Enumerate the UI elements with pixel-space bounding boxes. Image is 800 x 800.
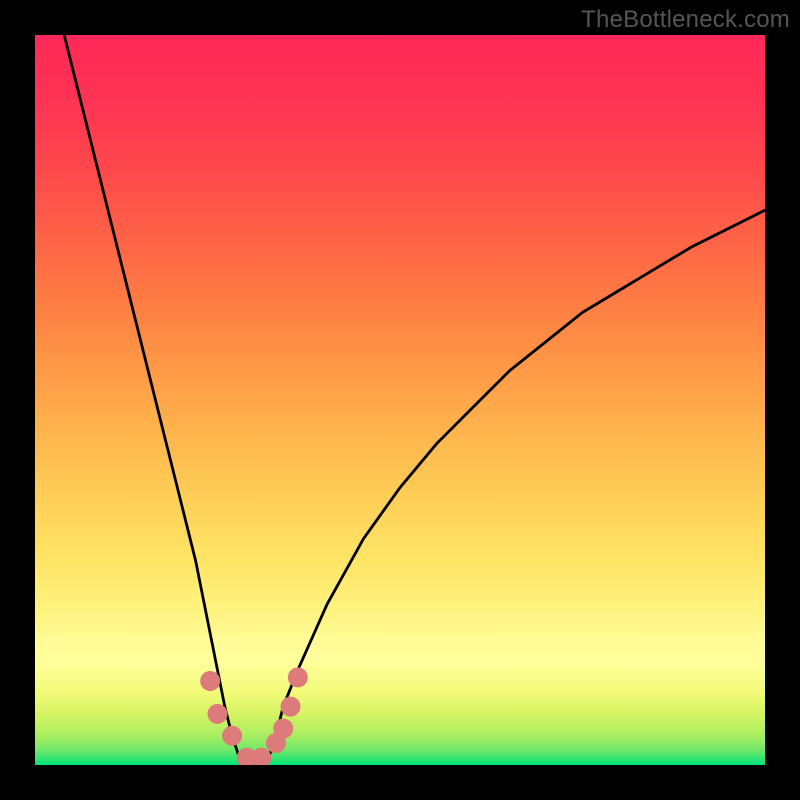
bottleneck-curve-path [64, 35, 765, 765]
marker-dot [251, 748, 271, 765]
marker-dot [208, 704, 228, 724]
bottom-markers-group [200, 667, 308, 765]
marker-dot [266, 733, 286, 753]
curve-svg [35, 35, 765, 765]
marker-dot [281, 697, 301, 717]
chart-frame: TheBottleneck.com [0, 0, 800, 800]
marker-dot [237, 748, 257, 765]
marker-dot [200, 671, 220, 691]
marker-dot [273, 719, 293, 739]
plot-area [35, 35, 765, 765]
marker-dot [288, 667, 308, 687]
marker-dot [222, 726, 242, 746]
watermark-text: TheBottleneck.com [581, 6, 790, 34]
